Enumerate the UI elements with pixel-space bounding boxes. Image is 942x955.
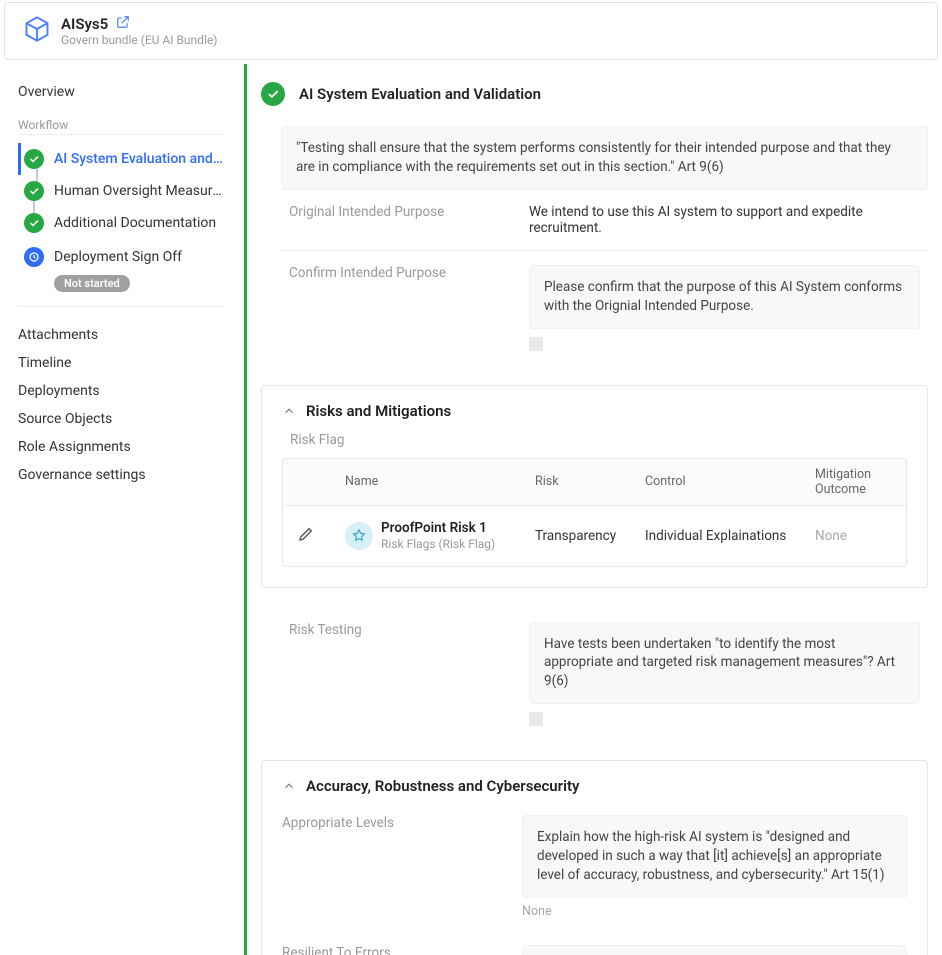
col-risk: Risk: [531, 474, 641, 489]
page-title: AISys5: [61, 15, 108, 33]
col-control: Control: [641, 474, 811, 489]
card-title-accuracy: Accuracy, Robustness and Cybersecurity: [306, 777, 579, 795]
star-icon: [345, 522, 373, 550]
clock-icon: [24, 247, 44, 267]
field-label-orig-purpose: Original Intended Purpose: [289, 204, 509, 236]
risk-testing-note: Have tests been undertaken "to identify …: [529, 622, 920, 705]
levels-none: None: [522, 904, 907, 919]
risk-testing-checkbox[interactable]: [529, 712, 543, 726]
external-link-icon[interactable]: [116, 15, 130, 33]
workflow-item-label: Additional Documentation: [54, 215, 216, 231]
col-name: Name: [341, 474, 531, 489]
workflow-item-signoff[interactable]: Deployment Sign Off: [18, 241, 225, 273]
status-badge-not-started: Not started: [54, 275, 130, 292]
outcome-value: None: [811, 528, 896, 544]
nav-attachments[interactable]: Attachments: [18, 321, 225, 349]
levels-note: Explain how the high-risk AI system is "…: [522, 815, 907, 898]
check-circle-icon: [24, 213, 44, 233]
table-header: Name Risk Control Mitigation Outcome: [283, 459, 906, 506]
main-content: AI System Evaluation and Validation "Tes…: [244, 64, 942, 955]
workflow-item-label: Deployment Sign Off: [54, 249, 182, 265]
card-toggle-accuracy[interactable]: Accuracy, Robustness and Cybersecurity: [282, 777, 907, 795]
card-risks: Risks and Mitigations Risk Flag Name Ris…: [261, 385, 928, 588]
confirm-purpose-checkbox[interactable]: [529, 337, 543, 351]
table-row: ProofPoint Risk 1 Risk Flags (Risk Flag)…: [283, 506, 906, 566]
nav-deployments[interactable]: Deployments: [18, 377, 225, 405]
check-circle-icon: [261, 82, 285, 106]
divider: [18, 134, 225, 135]
risk-sub: Risk Flags (Risk Flag): [381, 537, 495, 551]
card-title-risks: Risks and Mitigations: [306, 402, 451, 420]
sidebar: Overview Workflow AI System Evaluation a…: [0, 64, 244, 955]
control-value: Individual Explainations: [641, 528, 811, 544]
field-label-levels: Appropriate Levels: [282, 815, 502, 919]
workflow-heading: Workflow: [18, 118, 225, 134]
chevron-up-icon: [282, 404, 296, 418]
col-outcome: Mitigation Outcome: [811, 467, 896, 497]
confirm-purpose-note: Please confirm that the purpose of this …: [529, 265, 920, 329]
field-label-resilient: Resilient To Errors: [282, 945, 502, 955]
nav-overview[interactable]: Overview: [18, 78, 225, 106]
workflow-item-label: Human Oversight Measures: [54, 183, 224, 199]
risk-table: Name Risk Control Mitigation Outcome: [282, 458, 907, 567]
workflow-item-evaluation[interactable]: AI System Evaluation and ...: [18, 143, 225, 175]
workflow-item-docs[interactable]: Additional Documentation: [18, 207, 225, 239]
card-toggle-risks[interactable]: Risks and Mitigations: [282, 402, 907, 420]
section-title: AI System Evaluation and Validation: [299, 85, 541, 103]
field-label-confirm-purpose: Confirm Intended Purpose: [289, 265, 509, 351]
workflow-list: AI System Evaluation and ... Human Overs…: [18, 143, 225, 292]
risk-name: ProofPoint Risk 1: [381, 520, 495, 536]
divider: [18, 306, 225, 307]
check-circle-icon: [24, 181, 44, 201]
field-value-orig-purpose: We intend to use this AI system to suppo…: [529, 204, 920, 236]
cube-icon: [23, 15, 51, 43]
risk-flag-label: Risk Flag: [290, 432, 907, 448]
intro-quote: "Testing shall ensure that the system pe…: [281, 126, 928, 190]
nav-governance-settings[interactable]: Governance settings: [18, 461, 225, 489]
card-accuracy: Accuracy, Robustness and Cybersecurity A…: [261, 760, 928, 955]
field-label-risk-testing: Risk Testing: [289, 622, 509, 727]
page-header: AISys5 Govern bundle (EU AI Bundle): [4, 2, 938, 60]
workflow-item-oversight[interactable]: Human Oversight Measures: [18, 175, 225, 207]
chevron-up-icon: [282, 779, 296, 793]
workflow-item-label: AI System Evaluation and ...: [54, 151, 224, 167]
resilient-note: Declare measures taken to ensure that th…: [522, 945, 907, 955]
page-subtitle: Govern bundle (EU AI Bundle): [61, 33, 217, 47]
nav-role-assignments[interactable]: Role Assignments: [18, 433, 225, 461]
nav-source-objects[interactable]: Source Objects: [18, 405, 225, 433]
risk-value: Transparency: [531, 528, 641, 544]
edit-icon[interactable]: [297, 525, 315, 547]
check-circle-icon: [24, 149, 44, 169]
nav-timeline[interactable]: Timeline: [18, 349, 225, 377]
